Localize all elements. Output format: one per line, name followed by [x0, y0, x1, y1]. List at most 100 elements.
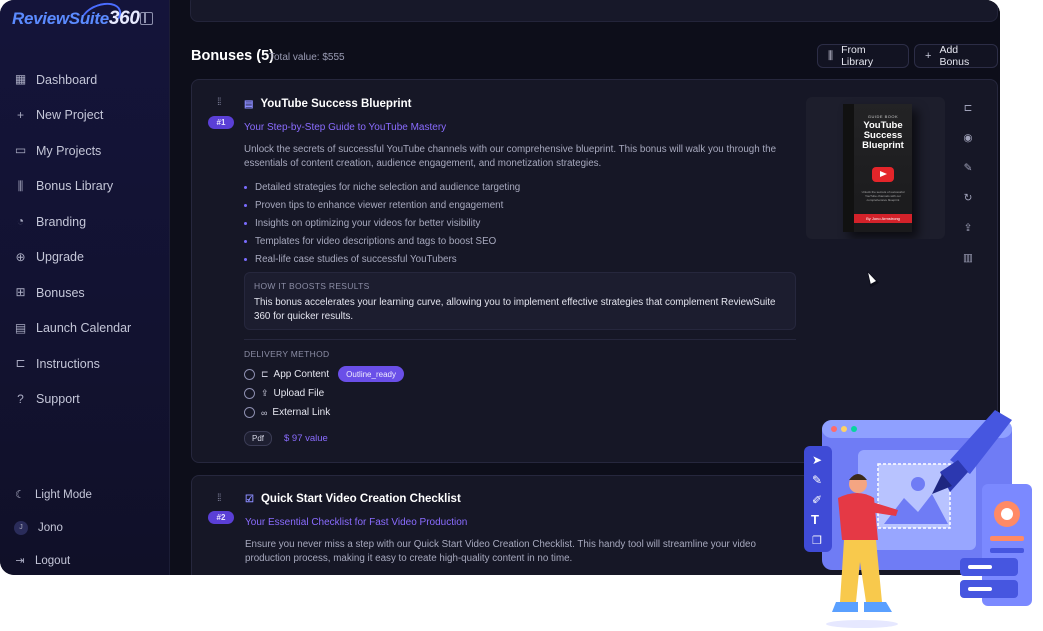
sidebar-item-label: Bonus Library: [36, 179, 114, 194]
bonus-bullet-list: Detailed strategies for niche selection …: [244, 179, 520, 268]
total-value: Total value: $555: [269, 52, 345, 63]
delivery-option-app-content[interactable]: ⊏ App Content Outline_ready: [244, 366, 404, 382]
from-library-button[interactable]: ⫼ From Library: [817, 44, 909, 68]
sidebar-item-instructions[interactable]: ⊏ Instructions: [0, 346, 170, 382]
list-item: Insights on optimizing your videos for b…: [244, 215, 520, 233]
delivery-option-external-link[interactable]: ∞ External Link: [244, 407, 330, 418]
book-icon[interactable]: ⊏: [961, 102, 975, 132]
logout-button[interactable]: ⇥ Logout: [0, 544, 170, 575]
logout-icon: ⇥: [15, 555, 25, 567]
divider: [244, 339, 796, 340]
radio-button[interactable]: [244, 407, 255, 418]
bonus-description: Unlock the secrets of successful YouTube…: [244, 144, 777, 169]
radio-button[interactable]: [244, 388, 255, 399]
bonus-title: ▤ YouTube Success Blueprint: [244, 98, 411, 110]
svg-text:T: T: [811, 512, 819, 527]
checkbox-icon: ☑: [245, 493, 254, 505]
folder-icon: ▭: [14, 143, 27, 158]
upload-icon: ⇪: [261, 388, 269, 398]
sidebar-item-label: Dashboard: [36, 72, 98, 87]
sidebar-item-support[interactable]: ? Support: [0, 382, 170, 418]
svg-text:➤: ➤: [812, 453, 822, 467]
radio-button[interactable]: [244, 368, 255, 380]
bonus-subtitle: Your Essential Checklist for Fast Video …: [245, 517, 468, 528]
svg-text:✎: ✎: [812, 473, 822, 487]
plus-icon: +: [16, 107, 24, 122]
youtube-play-icon: [872, 167, 894, 182]
eye-icon[interactable]: ◉: [961, 132, 975, 162]
user-name: Jono: [38, 521, 63, 534]
book-cover: GUIDE BOOK YouTube Success Blueprint Unl…: [854, 104, 912, 232]
sidebar-nav: ▦ Dashboard + New Project ▭ My Projects ⫼ Bo…: [0, 62, 170, 417]
book-title: YouTube Success Blueprint: [862, 120, 904, 151]
bonus-title: ☑ Quick Start Video Creation Checklist: [245, 493, 461, 505]
sidebar-item-label: Branding: [36, 214, 87, 229]
arrow-up-circle-icon: ⊕: [15, 249, 26, 264]
sidebar: ReviewSuite360 ▦ Dashboard + New Project ▭…: [0, 0, 170, 575]
moon-icon: ☾: [15, 489, 25, 501]
user-menu[interactable]: J Jono: [0, 511, 170, 544]
boost-heading: HOW IT BOOSTS RESULTS: [254, 281, 370, 291]
avatar: J: [14, 520, 28, 535]
delivery-option-label: External Link: [272, 407, 331, 418]
bonus-title-text: Quick Start Video Creation Checklist: [260, 493, 461, 505]
refresh-icon[interactable]: ↻: [961, 192, 975, 222]
book-blurb: Unlock the secrets of successful YouTube…: [861, 190, 905, 202]
list-item: Proven tips to enhance viewer retention …: [244, 197, 520, 215]
palette-icon: ◔: [16, 214, 25, 229]
theme-toggle-label: Light Mode: [35, 488, 92, 501]
sidebar-item-branding[interactable]: ◔ Branding: [0, 204, 170, 240]
logo-suffix: 360: [108, 8, 140, 29]
library-icon: ⫼: [17, 178, 24, 193]
bonus-value: $ 97 value: [284, 433, 328, 444]
help-circle-icon: ?: [17, 391, 24, 406]
bonus-actions: ⊏ ◉ ✎ ↻ ⇪ ▥: [961, 102, 975, 282]
trash-icon[interactable]: ▥: [961, 252, 975, 282]
drag-handle-icon[interactable]: ⁞⁞: [217, 494, 221, 504]
sidebar-item-label: New Project: [36, 108, 104, 123]
gift-icon: ⊞: [15, 285, 26, 300]
add-bonus-button[interactable]: + Add Bonus: [914, 44, 998, 68]
add-bonus-label: Add Bonus: [939, 44, 970, 68]
previous-section-card: [190, 0, 998, 22]
sidebar-collapse-icon[interactable]: [140, 12, 153, 25]
bonus-number-badge: #1: [208, 116, 234, 129]
logo-text: ReviewSuite: [12, 9, 109, 28]
sidebar-item-dashboard[interactable]: ▦ Dashboard: [0, 62, 170, 98]
drag-handle-icon[interactable]: ⁞⁞: [217, 98, 221, 108]
book-open-icon: ⊏: [261, 368, 269, 379]
pencil-icon[interactable]: ✎: [961, 162, 975, 192]
plus-icon: +: [925, 50, 932, 62]
designer-illustration: ➤ ✎ ✐ T ❐: [804, 410, 1032, 628]
book-spine: [843, 104, 854, 232]
sidebar-item-label: Support: [36, 392, 80, 407]
logo[interactable]: ReviewSuite360: [12, 8, 140, 30]
sidebar-item-bonus-library[interactable]: ⫼ Bonus Library: [0, 169, 170, 205]
sidebar-item-launch-calendar[interactable]: ▤ Launch Calendar: [0, 311, 170, 347]
list-item: Real-life case studies of successful You…: [244, 250, 520, 268]
svg-text:❐: ❐: [812, 535, 822, 547]
book-cover-image: GUIDE BOOK YouTube Success Blueprint Unl…: [843, 104, 912, 232]
sidebar-item-label: Instructions: [36, 356, 100, 371]
upload-icon[interactable]: ⇪: [961, 222, 975, 252]
sidebar-item-label: Launch Calendar: [36, 321, 132, 336]
sidebar-item-my-projects[interactable]: ▭ My Projects: [0, 133, 170, 169]
delivery-option-upload-file[interactable]: ⇪ Upload File: [244, 388, 324, 399]
logout-label: Logout: [35, 554, 71, 567]
book-open-icon: ⊏: [15, 356, 26, 371]
bonus-subtitle: Your Step-by-Step Guide to YouTube Maste…: [244, 122, 447, 133]
theme-toggle[interactable]: ☾ Light Mode: [0, 478, 170, 511]
sidebar-item-label: Upgrade: [36, 250, 84, 265]
bonus-description: Ensure you never miss a step with our Qu…: [245, 539, 756, 564]
sidebar-item-new-project[interactable]: + New Project: [0, 98, 170, 134]
bonus-number-badge: #2: [208, 511, 234, 524]
sidebar-item-bonuses[interactable]: ⊞ Bonuses: [0, 275, 170, 311]
bonus-thumbnail[interactable]: GUIDE BOOK YouTube Success Blueprint Unl…: [806, 97, 945, 239]
sidebar-item-upgrade[interactable]: ⊕ Upgrade: [0, 240, 170, 276]
sidebar-item-label: Bonuses: [36, 285, 85, 300]
calendar-icon: ▤: [14, 320, 27, 335]
document-icon: ▤: [244, 98, 254, 110]
status-badge: Outline_ready: [338, 366, 404, 382]
delivery-option-label: Upload File: [273, 388, 325, 399]
delivery-method-heading: DELIVERY METHOD: [244, 349, 330, 359]
